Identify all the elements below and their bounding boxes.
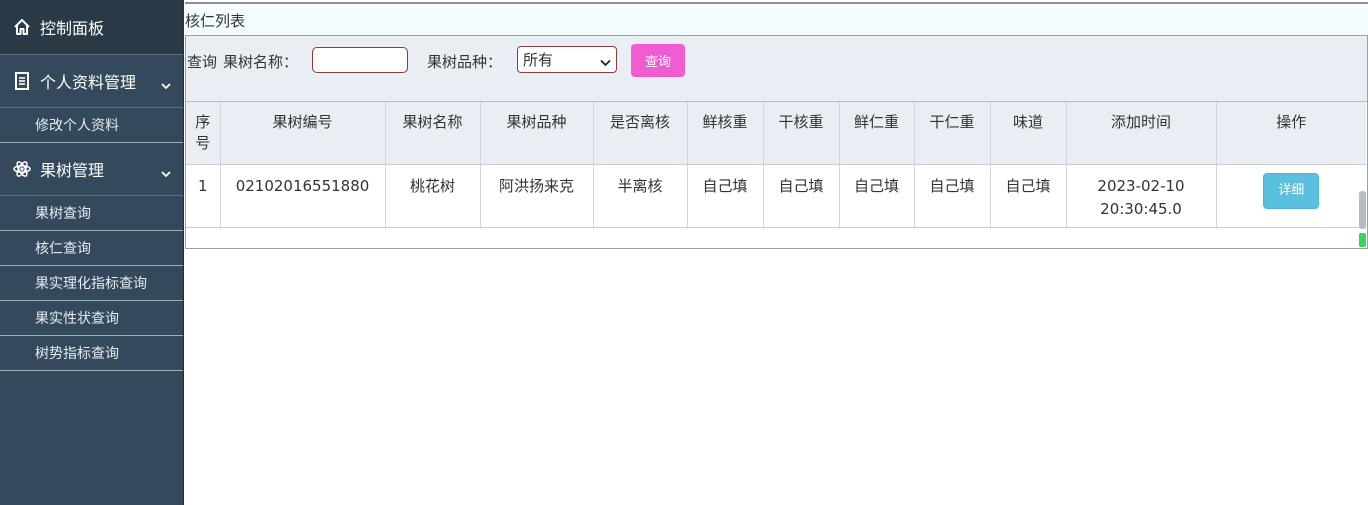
- column-header: 序号: [186, 102, 221, 165]
- page-title: 核仁列表: [185, 8, 1368, 35]
- sidebar-item-kernel-query[interactable]: 核仁查询: [0, 231, 183, 266]
- sidebar-group-label: 个人资料管理: [40, 73, 137, 92]
- sidebar-group-profile[interactable]: 个人资料管理: [0, 55, 183, 108]
- sidebar: 控制面板 个人资料管理 修改个人资料 果树管理 果树查询 核仁查询 果实理化指标…: [0, 0, 184, 505]
- tree-variety-label: 果树品种：: [427, 53, 503, 71]
- sidebar-item-fruit-physchem-query[interactable]: 果实理化指标查询: [0, 266, 183, 301]
- cell-tree-name: 桃花树: [385, 164, 481, 228]
- sidebar-item-dashboard[interactable]: 控制面板: [0, 0, 183, 55]
- cell-fresh-pit-weight: 自己填: [687, 164, 764, 228]
- kernel-list-panel: 查询 果树名称： 果树品种： 所有 查询 序号 果树编号 果树名称 果树品种 是…: [185, 35, 1368, 249]
- column-header: 添加时间: [1066, 102, 1217, 165]
- column-header: 干仁重: [914, 102, 991, 165]
- tree-name-input[interactable]: [312, 47, 408, 73]
- chevron-down-icon: [161, 75, 171, 94]
- tree-variety-selected: 所有: [523, 51, 554, 69]
- search-bar: 查询 果树名称： 果树品种： 所有 查询: [186, 36, 1367, 102]
- table-row: 1 02102016551880 桃花树 阿洪扬来克 半离核 自己填 自己填 自…: [186, 164, 1366, 228]
- cell-tree-code: 02102016551880: [220, 164, 386, 228]
- column-header: 干核重: [763, 102, 840, 165]
- kernel-table: 序号 果树编号 果树名称 果树品种 是否离核 鲜核重 干核重 鲜仁重 干仁重 味…: [186, 102, 1366, 228]
- table-header-row: 序号 果树编号 果树名称 果树品种 是否离核 鲜核重 干核重 鲜仁重 干仁重 味…: [186, 102, 1366, 165]
- added-date: 2023-02-10: [1097, 176, 1185, 195]
- column-header: 果树名称: [385, 102, 481, 165]
- sidebar-item-tree-vigor-query[interactable]: 树势指标查询: [0, 336, 183, 371]
- sidebar-item-fruit-traits-query[interactable]: 果实性状查询: [0, 301, 183, 336]
- query-label: 查询: [187, 53, 218, 71]
- cell-tree-variety: 阿洪扬来克: [480, 164, 594, 228]
- column-header: 果树品种: [480, 102, 594, 165]
- column-header: 是否离核: [593, 102, 688, 165]
- tree-variety-select[interactable]: 所有: [517, 46, 617, 73]
- sidebar-group-fruit-tree[interactable]: 果树管理: [0, 143, 183, 196]
- scrollbar-indicator: [1359, 233, 1366, 247]
- cell-action: 详细: [1216, 164, 1366, 228]
- column-header: 鲜核重: [687, 102, 764, 165]
- cell-pit-free: 半离核: [593, 164, 688, 228]
- sidebar-item-tree-query[interactable]: 果树查询: [0, 196, 183, 231]
- query-button[interactable]: 查询: [631, 44, 685, 77]
- main-content: 核仁列表 查询 果树名称： 果树品种： 所有 查询 序号 果树编号 果树名称 果…: [185, 0, 1368, 505]
- home-icon: [12, 17, 32, 37]
- sidebar-item-edit-profile[interactable]: 修改个人资料: [0, 108, 183, 143]
- scrollbar-thumb[interactable]: [1359, 191, 1366, 229]
- added-time: 20:30:45.0: [1100, 199, 1182, 218]
- detail-button[interactable]: 详细: [1263, 172, 1320, 209]
- cell-fresh-kernel-weight: 自己填: [839, 164, 915, 228]
- column-header: 操作: [1216, 102, 1366, 165]
- column-header: 果树编号: [220, 102, 386, 165]
- document-icon: [12, 71, 32, 91]
- column-header: 鲜仁重: [839, 102, 915, 165]
- column-header: 味道: [990, 102, 1067, 165]
- header-index-1: 序: [195, 113, 211, 131]
- chevron-down-icon: [161, 163, 171, 182]
- divider: [185, 2, 1368, 4]
- header-index-2: 号: [195, 134, 211, 152]
- cell-added-time: 2023-02-10 20:30:45.0: [1066, 164, 1217, 228]
- cell-dry-kernel-weight: 自己填: [914, 164, 991, 228]
- cell-dry-pit-weight: 自己填: [763, 164, 840, 228]
- cell-index: 1: [186, 164, 221, 228]
- chevron-down-icon: [600, 53, 611, 71]
- tree-name-label: 果树名称：: [223, 53, 299, 71]
- sidebar-group-label: 果树管理: [40, 161, 105, 180]
- sidebar-item-label: 控制面板: [40, 19, 105, 38]
- cell-taste: 自己填: [990, 164, 1067, 228]
- atom-icon: [12, 159, 32, 179]
